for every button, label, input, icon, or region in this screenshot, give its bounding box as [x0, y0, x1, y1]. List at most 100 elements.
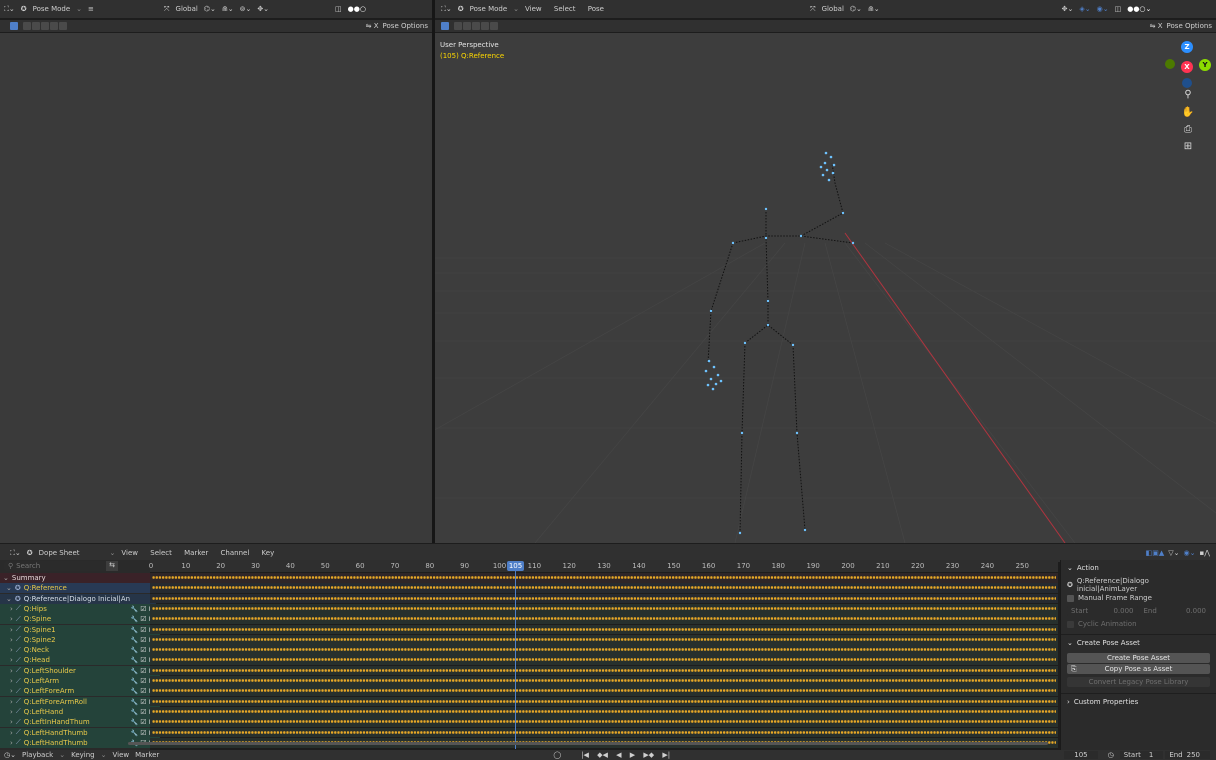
- keyframe-row[interactable]: [152, 576, 1056, 579]
- gizmo-icon[interactable]: ✥⌄: [1062, 5, 1074, 13]
- modifier-wrench-icon[interactable]: 🔧: [131, 719, 138, 726]
- snap-icon[interactable]: ▪⋀: [1200, 549, 1211, 557]
- clock-icon[interactable]: ◷: [1108, 751, 1114, 759]
- modifier-wrench-icon[interactable]: 🔧: [131, 647, 138, 654]
- keyframe-strip[interactable]: [150, 634, 1058, 645]
- channel-row[interactable]: ›⟋Q:Hips🔧☑⊓: [0, 603, 1058, 614]
- select-subtract-icon[interactable]: [472, 22, 480, 30]
- ortho-grid-icon[interactable]: ⊞: [1181, 140, 1195, 154]
- enable-checkbox-icon[interactable]: ☑: [140, 687, 146, 695]
- modifier-wrench-icon[interactable]: 🔧: [131, 606, 138, 613]
- keyframe-strip[interactable]: [150, 593, 1058, 604]
- action-row[interactable]: ✪ Q:Reference|Dialogo inicial|AnimLayer: [1067, 577, 1210, 593]
- start-field[interactable]: Start 0.000: [1067, 606, 1138, 616]
- gizmo-icon[interactable]: ✥⌄: [257, 5, 269, 13]
- action-panel-header[interactable]: ⌄ Action: [1067, 562, 1210, 574]
- enable-checkbox-icon[interactable]: ☑: [140, 729, 146, 737]
- pose-options-dropdown[interactable]: Pose Options: [383, 22, 428, 30]
- play-reverse-icon[interactable]: ◀: [616, 751, 621, 759]
- keyframe-row[interactable]: [152, 720, 1056, 724]
- modifier-wrench-icon[interactable]: 🔧: [131, 637, 138, 644]
- modifier-wrench-icon[interactable]: 🔧: [131, 709, 138, 716]
- keyframe-strip[interactable]: [150, 717, 1058, 727]
- keyframe-strip[interactable]: [150, 665, 1058, 676]
- keyframe-row[interactable]: [152, 627, 1056, 631]
- menu-channel[interactable]: Channel: [221, 549, 250, 557]
- modifier-wrench-icon[interactable]: 🔧: [131, 730, 138, 737]
- channel-row[interactable]: ›⟋Q:Spine1🔧☑⊓: [0, 624, 1058, 635]
- hamburger-icon[interactable]: ≡: [88, 5, 94, 13]
- keyframe-strip[interactable]: [150, 603, 1058, 614]
- overlay-icon[interactable]: ◫: [335, 5, 342, 13]
- convert-legacy-button[interactable]: Convert Legacy Pose Library: [1067, 677, 1210, 687]
- visibility-icon[interactable]: ◈⌄: [1079, 5, 1090, 13]
- channel-row[interactable]: ›⟋Q:LeftForeArm🔧☑⊓: [0, 686, 1058, 697]
- channel-label-cell[interactable]: ›⟋Q:LeftShoulder🔧☑⊓: [0, 665, 160, 676]
- menu-marker[interactable]: Marker: [184, 549, 208, 557]
- editor-type-icon[interactable]: ⛶⌄: [10, 549, 21, 558]
- select-tool-icon[interactable]: [441, 22, 449, 30]
- pose-asset-panel-header[interactable]: ⌄ Create Pose Asset: [1067, 637, 1210, 649]
- chevron-right-icon[interactable]: ›: [10, 615, 13, 623]
- enable-checkbox-icon[interactable]: ☑: [140, 636, 146, 644]
- channel-label-cell[interactable]: ⌄ ✪ Q:Reference: [0, 583, 156, 594]
- channel-row[interactable]: ›⟋Q:LeftShoulder🔧☑⊓: [0, 665, 1058, 676]
- keyframe-strip[interactable]: [150, 676, 1058, 686]
- keyframe-row[interactable]: [152, 586, 1056, 590]
- keyframe-row[interactable]: [152, 668, 1056, 672]
- select-intersect-icon[interactable]: [50, 22, 58, 30]
- xray-icon[interactable]: ◫: [1115, 5, 1122, 13]
- orientation-dropdown[interactable]: Global: [822, 5, 844, 13]
- channel-label-cell[interactable]: ›⟋Q:Neck🔧☑⊓: [0, 645, 160, 656]
- menu-playback[interactable]: Playback: [22, 751, 53, 759]
- search-input[interactable]: ⚲ Search: [4, 561, 118, 571]
- modifier-wrench-icon[interactable]: 🔧: [131, 668, 138, 675]
- channel-label-cell[interactable]: ›⟋Q:LeftForeArm🔧☑⊓: [0, 686, 160, 697]
- select-subtract-icon[interactable]: [41, 22, 49, 30]
- swap-icon[interactable]: ⇆: [106, 561, 118, 571]
- channel-row[interactable]: ›⟋Q:Head🔧☑⊓: [0, 655, 1058, 666]
- chevron-down-icon[interactable]: ⌄: [3, 574, 9, 582]
- channel-row[interactable]: ›⟋Q:Spine🔧☑⊓: [0, 614, 1058, 625]
- channel-label-cell[interactable]: ›⟋Q:Spine1🔧☑⊓: [0, 624, 160, 635]
- cyclic-animation-row[interactable]: Cyclic Animation: [1067, 618, 1210, 630]
- end-field[interactable]: End 0.000: [1139, 606, 1210, 616]
- chevron-right-icon[interactable]: ›: [10, 677, 13, 685]
- keyframe-strip[interactable]: [150, 573, 1058, 583]
- menu-select[interactable]: Select: [150, 549, 172, 557]
- chevron-right-icon[interactable]: ›: [10, 708, 13, 716]
- channel-row[interactable]: ›⟋Q:Neck🔧☑⊓: [0, 645, 1058, 656]
- copy-pose-as-asset-button[interactable]: ⎘ Copy Pose as Asset: [1067, 664, 1210, 674]
- gizmo-neg-z-axis[interactable]: [1182, 78, 1192, 88]
- end-frame-field[interactable]: End 250: [1165, 751, 1210, 759]
- horizontal-scrollbar[interactable]: [128, 742, 1048, 745]
- current-frame-field[interactable]: 105: [1064, 751, 1098, 759]
- select-extend-icon[interactable]: [32, 22, 40, 30]
- keyframe-strip[interactable]: [150, 614, 1058, 624]
- enable-checkbox-icon[interactable]: ☑: [140, 646, 146, 654]
- channel-row[interactable]: ›⟋Q:LeftHandThumb🔧☑⊓: [0, 727, 1058, 738]
- mirror-x-icon[interactable]: ⇋ X: [1150, 22, 1163, 30]
- keyframe-strip[interactable]: [150, 686, 1058, 697]
- chevron-right-icon[interactable]: ›: [10, 718, 13, 726]
- next-keyframe-icon[interactable]: ▶◆: [643, 751, 654, 759]
- menu-pose[interactable]: Pose: [588, 5, 604, 13]
- keyframe-row[interactable]: [152, 679, 1056, 682]
- select-invert-icon[interactable]: [490, 22, 498, 30]
- snap-icon[interactable]: ⋒⌄: [222, 5, 234, 13]
- keyframe-row[interactable]: [152, 606, 1056, 610]
- right-viewport[interactable]: User Perspective (105) Q:Reference Z X Y…: [435, 33, 1216, 543]
- modifier-wrench-icon[interactable]: 🔧: [131, 616, 138, 623]
- chevron-right-icon[interactable]: ›: [10, 698, 13, 706]
- play-icon[interactable]: ▶: [630, 751, 635, 759]
- enable-checkbox-icon[interactable]: ☑: [140, 708, 146, 716]
- select-tool-icon[interactable]: [10, 22, 18, 30]
- manual-frame-range-row[interactable]: Manual Frame Range: [1067, 592, 1210, 604]
- snap-icon[interactable]: ⋒⌄: [868, 5, 880, 13]
- keyframe-row[interactable]: [152, 648, 1056, 652]
- select-intersect-icon[interactable]: [481, 22, 489, 30]
- editor-type-icon[interactable]: ◷⌄: [4, 751, 16, 759]
- channel-row[interactable]: ⌄ Summary: [0, 573, 1058, 583]
- chevron-right-icon[interactable]: ›: [10, 739, 13, 747]
- current-frame-indicator[interactable]: 105: [507, 561, 524, 571]
